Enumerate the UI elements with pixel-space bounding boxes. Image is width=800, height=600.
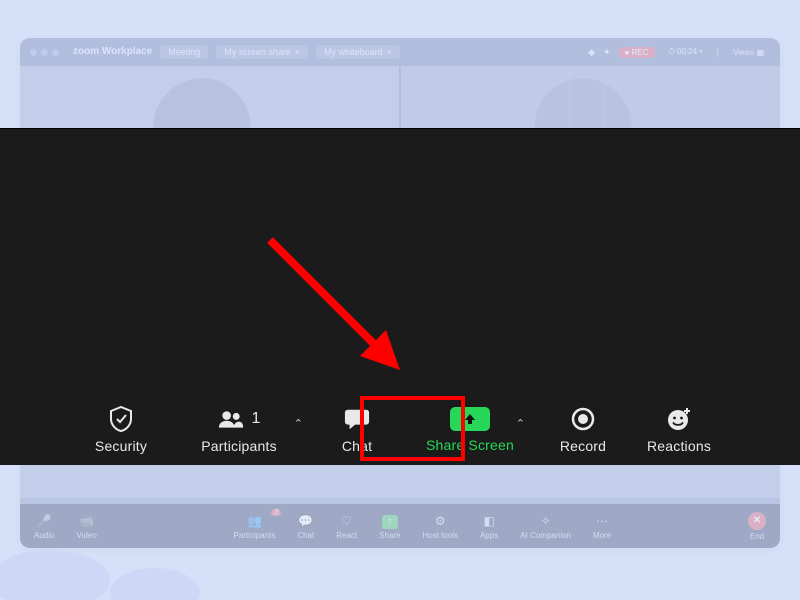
bg-ai-button[interactable]: ✧AI Companion <box>520 513 571 540</box>
chevron-up-icon[interactable]: ⌃ <box>294 417 303 430</box>
bg-participants-button[interactable]: 👥3Participants <box>234 513 276 540</box>
window-controls <box>30 49 59 56</box>
sparkle-icon: ✦ <box>603 47 611 58</box>
bg-audio-button[interactable]: 🎤Audio <box>34 513 54 540</box>
focus-strip: Security 1 Participants ⌃ <box>0 128 800 465</box>
tab-screen-share[interactable]: My screen share × <box>216 45 308 59</box>
shield-indicator-icon: ◆ <box>588 47 595 58</box>
bg-more-button[interactable]: ⋯More <box>593 513 611 540</box>
views-button[interactable]: Views ▦ <box>727 47 770 58</box>
tab-whiteboard[interactable]: My whiteboard × <box>316 45 400 59</box>
chevron-up-icon[interactable]: ⌃ <box>516 417 525 430</box>
brand-label: zoom Workplace <box>73 47 152 57</box>
bg-video-button[interactable]: 📹Video <box>76 513 96 540</box>
bg-host-tools-button[interactable]: ⚙Host tools <box>423 513 459 540</box>
decorative-blob <box>110 568 200 600</box>
microphone-icon: 🎤 <box>36 513 52 529</box>
bg-bottom-toolbar: 🎤Audio 📹Video 👥3Participants 💬Chat ♡Reac… <box>20 504 780 548</box>
record-icon <box>570 406 596 432</box>
chat-label: Chat <box>342 438 372 454</box>
participants-button[interactable]: 1 Participants ⌃ <box>169 395 309 465</box>
close-icon: ✕ <box>748 512 766 530</box>
record-label: Record <box>560 438 606 454</box>
reactions-label: Reactions <box>647 438 711 454</box>
participants-count-badge: 3 <box>271 509 281 516</box>
participants-label: Participants <box>201 438 277 454</box>
heart-icon: ♡ <box>339 513 355 529</box>
bg-end-button[interactable]: ✕End <box>748 512 766 541</box>
people-icon <box>218 406 244 432</box>
chat-icon: 💬 <box>298 513 314 529</box>
more-icon: ⋯ <box>594 513 610 529</box>
share-up-icon: ↑ <box>382 515 398 529</box>
bg-react-button[interactable]: ♡React <box>336 513 357 540</box>
share-screen-button[interactable]: Share Screen ⌃ <box>405 395 535 465</box>
divider: | <box>717 47 719 57</box>
chat-bubble-icon <box>344 406 370 432</box>
sparkles-icon: ✧ <box>538 513 554 529</box>
bg-chat-button[interactable]: 💬Chat <box>297 513 314 540</box>
bg-share-button[interactable]: ↑Share <box>379 515 400 540</box>
participants-count: 1 <box>252 410 261 428</box>
reactions-button[interactable]: Reactions <box>631 395 727 465</box>
security-label: Security <box>95 438 147 454</box>
camera-icon: 📹 <box>79 513 95 529</box>
security-button[interactable]: Security <box>73 395 169 465</box>
people-icon: 👥 <box>246 513 262 529</box>
bg-titlebar: zoom Workplace Meeting My screen share ×… <box>20 38 780 66</box>
recording-badge: ● REC <box>619 47 655 58</box>
smiley-plus-icon <box>666 406 692 432</box>
elapsed-time: ⏱ 00:24 ▾ <box>663 46 709 58</box>
chat-button[interactable]: Chat <box>309 395 405 465</box>
share-screen-label: Share Screen <box>426 437 514 453</box>
bg-apps-button[interactable]: ◧Apps <box>480 513 498 540</box>
record-button[interactable]: Record <box>535 395 631 465</box>
shield-gear-icon: ⚙ <box>432 513 448 529</box>
tab-meeting[interactable]: Meeting <box>160 45 208 59</box>
decorative-blob <box>0 550 110 600</box>
meeting-toolbar: Security 1 Participants ⌃ <box>0 395 800 465</box>
apps-icon: ◧ <box>481 513 497 529</box>
share-screen-icon <box>450 407 490 431</box>
shield-icon <box>108 406 134 432</box>
